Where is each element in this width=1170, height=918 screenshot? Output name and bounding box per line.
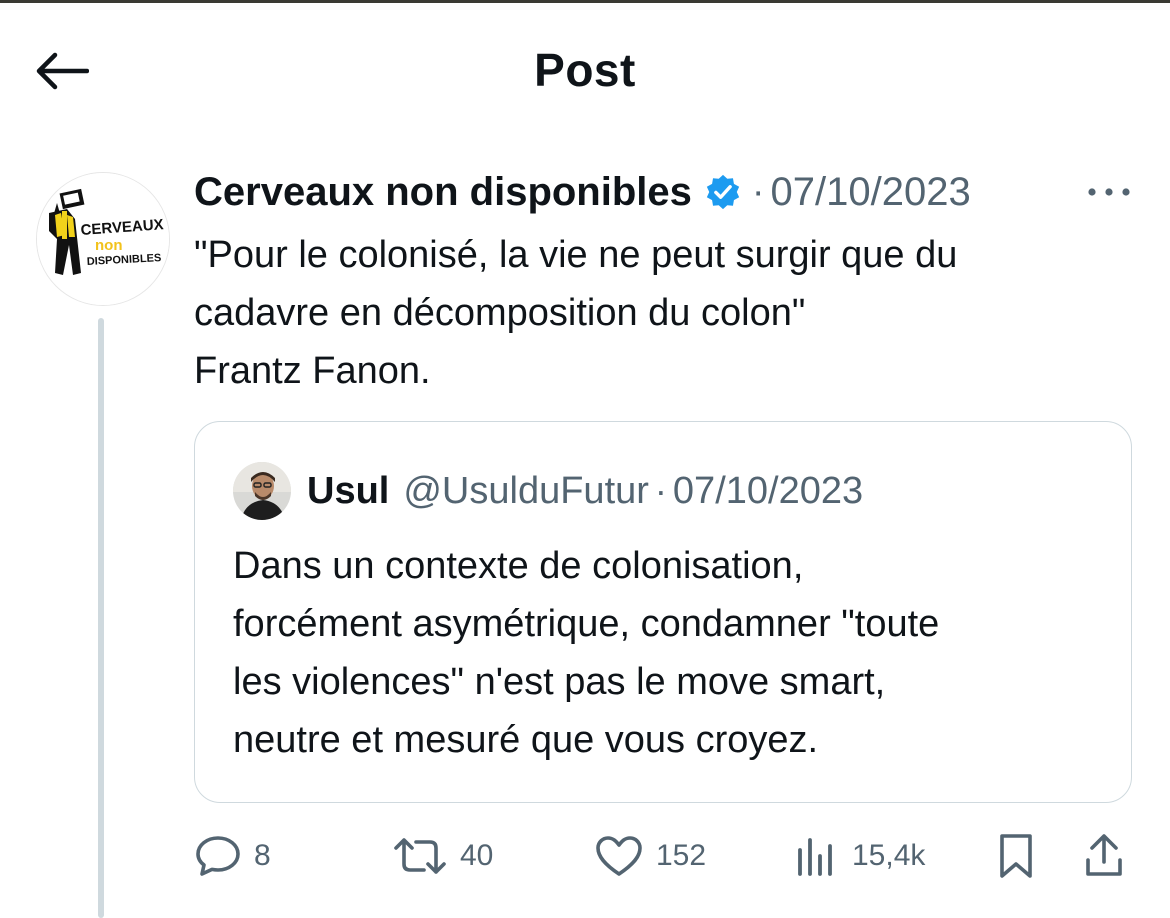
- separator-dot: ·: [654, 470, 667, 511]
- post-text-line: cadavre en décomposition du colon": [194, 292, 806, 334]
- page-title: Post: [534, 44, 636, 96]
- cerveaux-logo-icon: CERVEAUX non DISPONIBLES: [37, 173, 169, 305]
- separator-dot: ·: [751, 170, 765, 213]
- reply-count: 8: [254, 839, 271, 872]
- post-text: "Pour le colonisé, la vie ne peut surgir…: [194, 226, 1134, 400]
- more-options-button[interactable]: [1082, 172, 1136, 212]
- bookmark-button[interactable]: [994, 826, 1038, 886]
- quote-text-line: les violences" n'est pas le move smart,: [233, 661, 886, 703]
- repost-button[interactable]: 40: [392, 826, 493, 886]
- heart-icon: [596, 836, 642, 876]
- quoted-post-header: Usul @UsulduFutur · 07/10/2023: [233, 462, 863, 520]
- quote-date: 07/10/2023: [672, 469, 864, 512]
- quote-text-line: Dans un contexte de colonisation,: [233, 545, 804, 587]
- more-horizontal-icon: [1088, 188, 1130, 196]
- action-bar: 8 40 152 15,4k: [0, 826, 1170, 886]
- verified-badge-icon: [706, 174, 740, 210]
- reply-button[interactable]: 8: [194, 826, 271, 886]
- share-button[interactable]: [1082, 826, 1126, 886]
- header: Post: [0, 3, 1170, 133]
- quote-text: Dans un contexte de colonisation, forcém…: [233, 537, 1113, 769]
- quoted-post-card[interactable]: Usul @UsulduFutur · 07/10/2023 Dans un c…: [194, 421, 1132, 803]
- quote-text-line: neutre et mesuré que vous croyez.: [233, 719, 819, 761]
- post-date[interactable]: 07/10/2023: [771, 170, 971, 215]
- share-icon: [1086, 834, 1122, 876]
- post-text-line: Frantz Fanon.: [194, 350, 431, 392]
- user-photo-icon: [233, 462, 291, 520]
- author-name[interactable]: Cerveaux non disponibles: [194, 170, 692, 215]
- views-chart-icon: [798, 838, 832, 876]
- reply-icon: [196, 836, 240, 876]
- view-count: 15,4k: [852, 839, 926, 872]
- bookmark-icon: [1000, 834, 1032, 878]
- repost-count: 40: [460, 839, 494, 872]
- post-header: Cerveaux non disponibles · 07/10/2023: [194, 166, 971, 218]
- avatar[interactable]: CERVEAUX non DISPONIBLES: [36, 172, 170, 306]
- quote-author-name[interactable]: Usul: [307, 470, 389, 513]
- logo-line-2: non: [95, 237, 123, 254]
- like-count: 152: [656, 839, 707, 872]
- quote-text-line: forcément asymétrique, condamner "toute: [233, 603, 940, 645]
- views-button[interactable]: 15,4k: [794, 826, 925, 886]
- like-button[interactable]: 152: [594, 826, 706, 886]
- quote-avatar[interactable]: [233, 462, 291, 520]
- post-text-line: "Pour le colonisé, la vie ne peut surgir…: [194, 234, 958, 276]
- repost-icon: [394, 838, 446, 874]
- quote-author-handle[interactable]: @UsulduFutur: [403, 470, 649, 513]
